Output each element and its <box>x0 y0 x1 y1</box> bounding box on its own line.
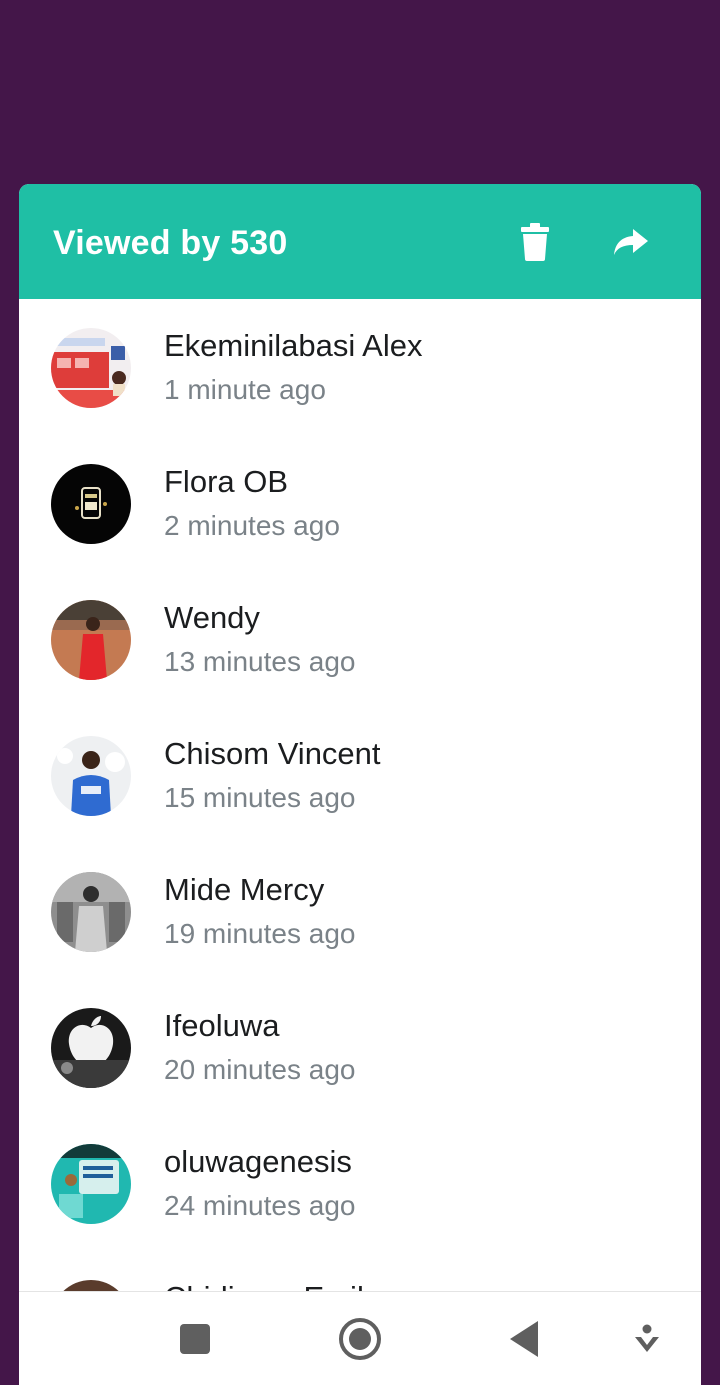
viewed-by-title: Viewed by 530 <box>53 224 288 262</box>
viewer-name: Ifeoluwa <box>164 1008 280 1043</box>
viewer-row[interactable]: Chidinma Emil <box>19 1251 701 1291</box>
delete-button[interactable] <box>513 220 557 264</box>
avatar <box>51 328 131 408</box>
status-viewers-sheet: Viewed by 530 Ekeminilabasi Alex 1 minut… <box>19 184 701 1385</box>
system-nav-bar <box>19 1291 701 1385</box>
viewer-row[interactable]: Ekeminilabasi Alex 1 minute ago <box>19 299 701 435</box>
dropdown-button[interactable] <box>622 1314 672 1364</box>
viewer-row[interactable]: Chisom Vincent 15 minutes ago <box>19 707 701 843</box>
forward-button[interactable] <box>609 220 653 264</box>
viewer-name: Chisom Vincent <box>164 736 381 771</box>
viewer-time: 13 minutes ago <box>164 646 356 677</box>
viewer-name: Wendy <box>164 600 260 635</box>
viewer-name: Flora OB <box>164 464 289 499</box>
home-circle-icon <box>339 1318 381 1360</box>
viewer-row[interactable]: Mide Mercy 19 minutes ago <box>19 843 701 979</box>
recents-button[interactable] <box>170 1314 220 1364</box>
trash-icon <box>521 223 549 261</box>
viewer-name: oluwagenesis <box>164 1144 352 1179</box>
avatar <box>51 1280 131 1291</box>
viewer-row[interactable]: Flora OB 2 minutes ago <box>19 435 701 571</box>
back-triangle-icon <box>510 1321 538 1357</box>
avatar <box>51 1144 131 1224</box>
avatar <box>51 464 131 544</box>
viewer-name: Mide Mercy <box>164 872 325 907</box>
viewer-name: Ekeminilabasi Alex <box>164 328 423 363</box>
viewer-row[interactable]: oluwagenesis 24 minutes ago <box>19 1115 701 1251</box>
avatar <box>51 872 131 952</box>
avatar <box>51 600 131 680</box>
sheet-header: Viewed by 530 <box>19 184 701 299</box>
back-button[interactable] <box>499 1314 549 1364</box>
recents-square-icon <box>180 1324 210 1354</box>
forward-arrow-icon <box>614 229 648 255</box>
viewer-time: 20 minutes ago <box>164 1054 356 1085</box>
viewer-name: Chidinma Emil <box>164 1280 364 1291</box>
viewer-list: Ekeminilabasi Alex 1 minute ago Flora OB… <box>19 299 701 1291</box>
dropdown-icon <box>635 1324 659 1352</box>
home-button[interactable] <box>335 1314 385 1364</box>
viewer-time: 24 minutes ago <box>164 1190 356 1221</box>
avatar <box>51 1008 131 1088</box>
viewer-row[interactable]: Wendy 13 minutes ago <box>19 571 701 707</box>
viewer-time: 19 minutes ago <box>164 918 356 949</box>
avatar <box>51 736 131 816</box>
viewer-time: 15 minutes ago <box>164 782 356 813</box>
viewer-row[interactable]: Ifeoluwa 20 minutes ago <box>19 979 701 1115</box>
viewer-time: 2 minutes ago <box>164 510 340 541</box>
viewer-time: 1 minute ago <box>164 374 326 405</box>
